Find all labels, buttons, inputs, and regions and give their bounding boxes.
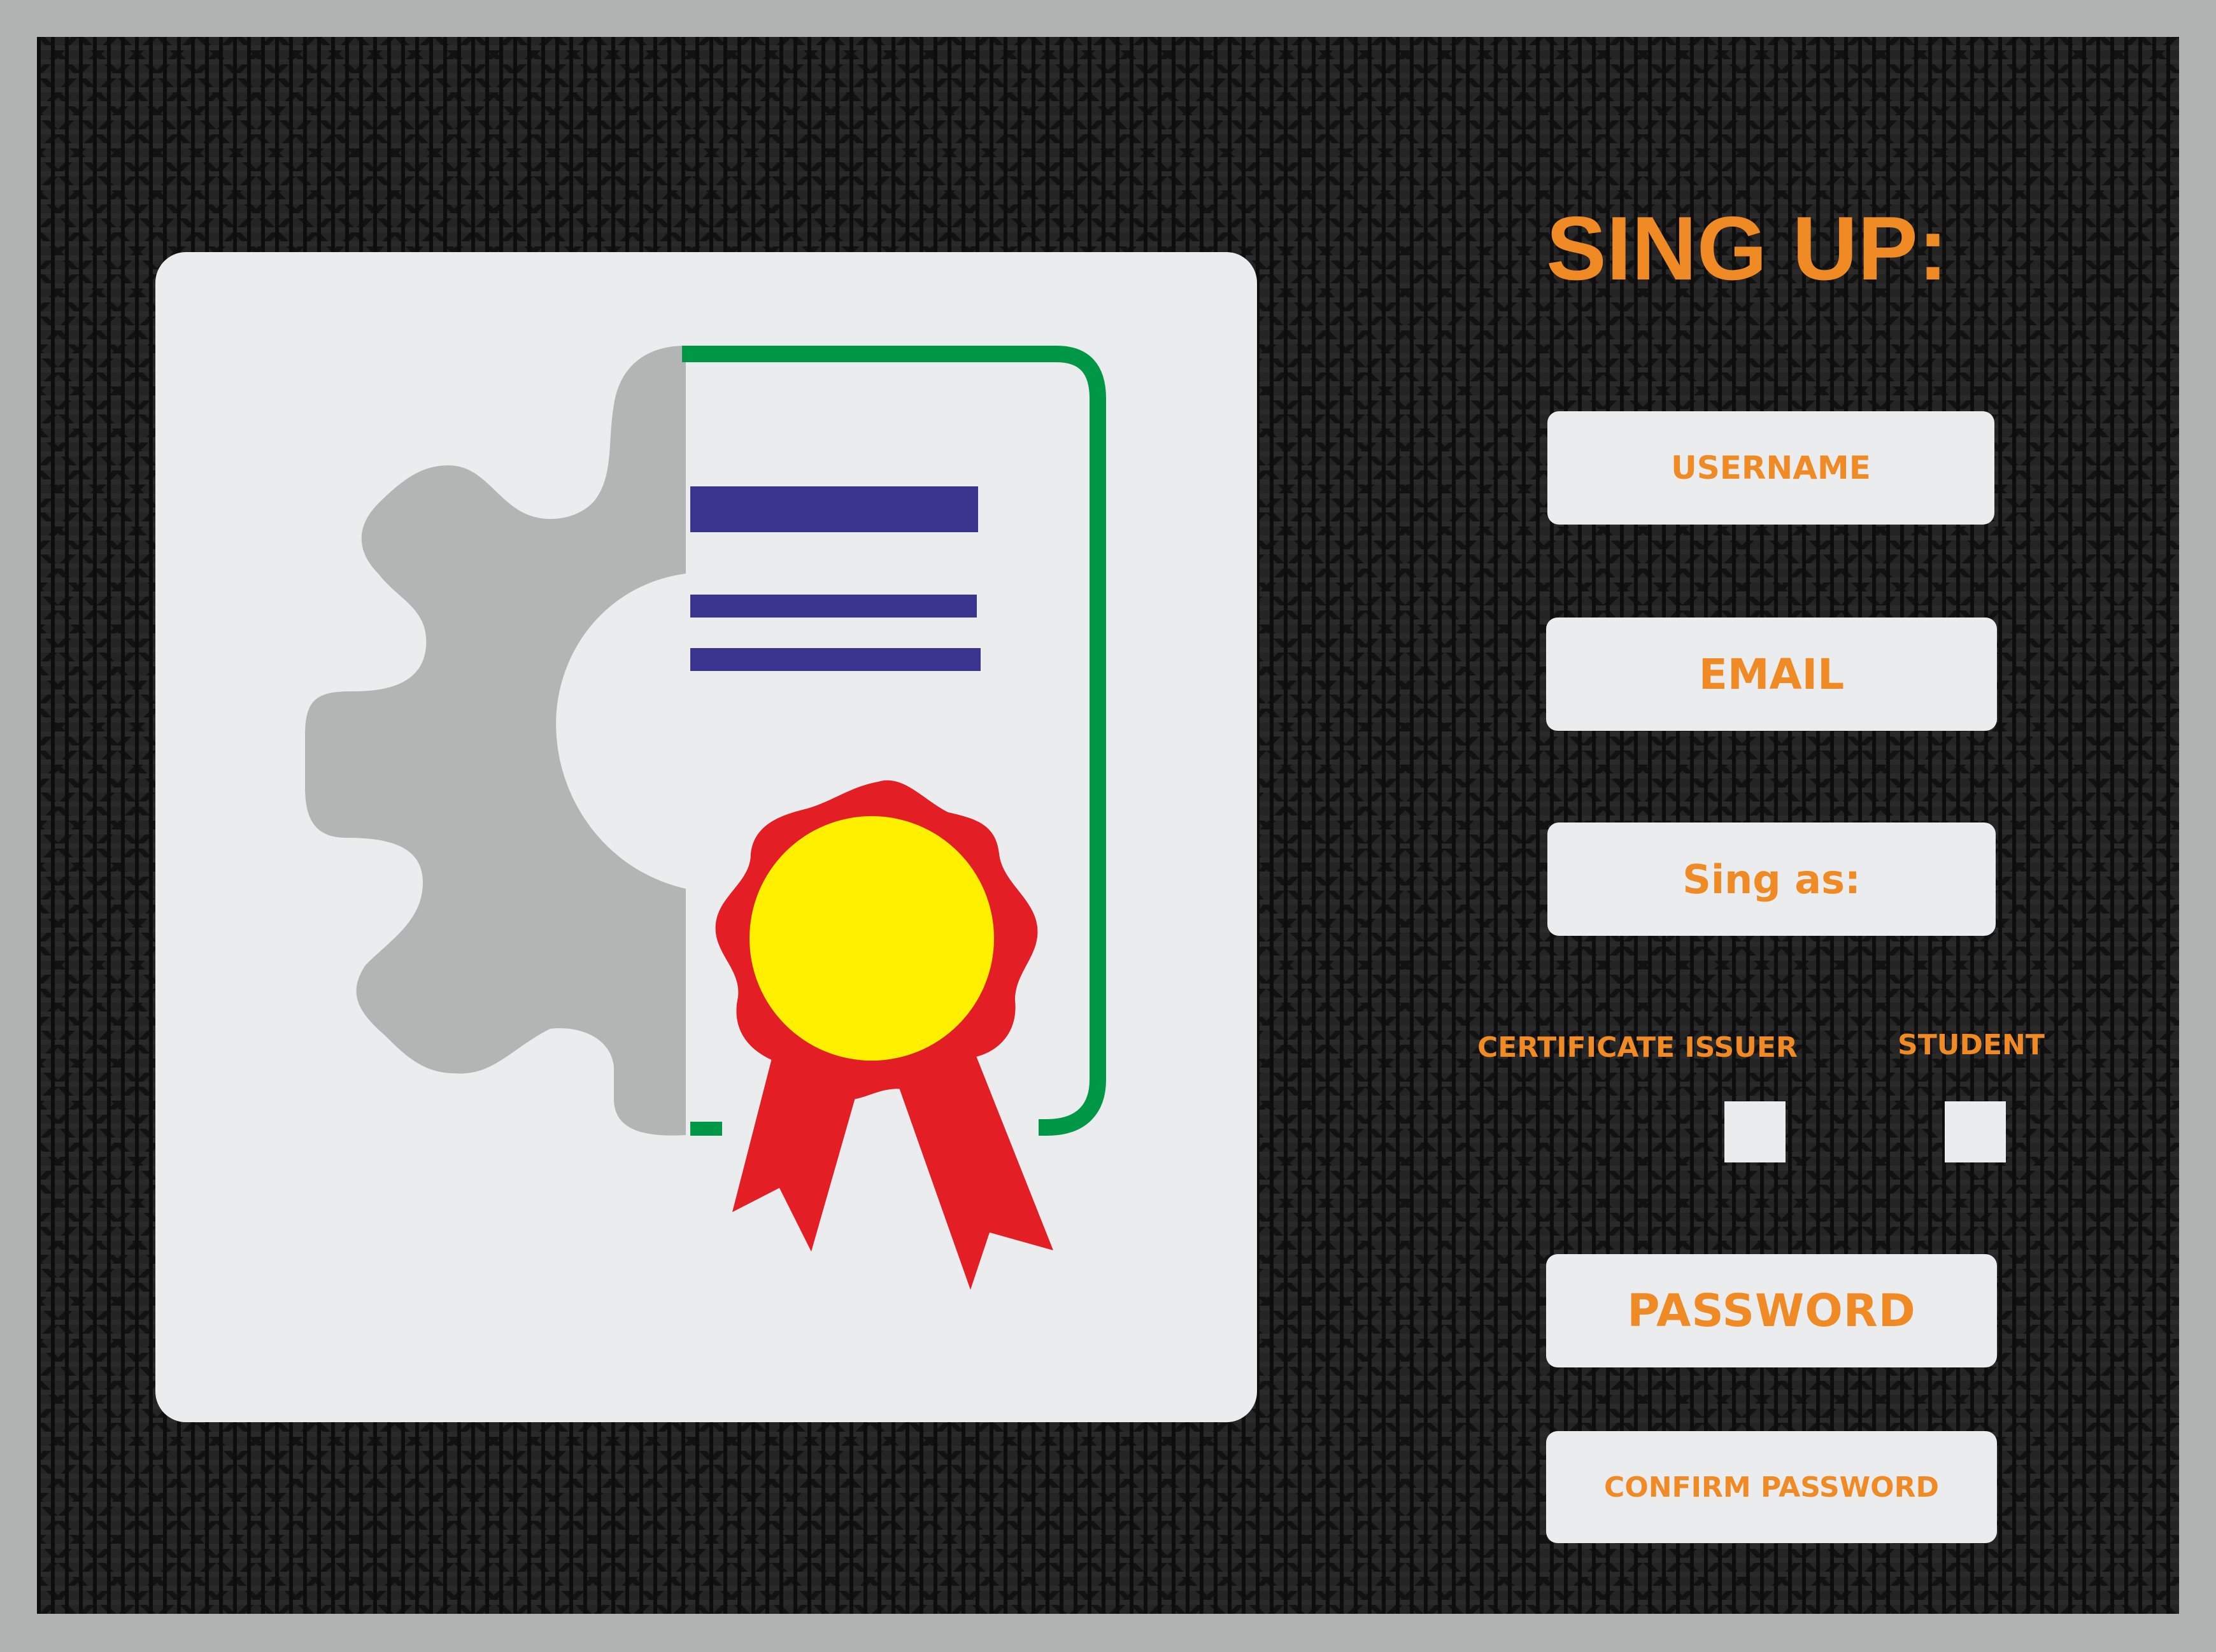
document-text-line xyxy=(690,486,978,532)
medal-icon xyxy=(749,816,994,1061)
certificate-issuer-checkbox[interactable] xyxy=(1724,1101,1786,1162)
certificate-with-gear-icon xyxy=(305,346,1106,1290)
document-text-line xyxy=(690,648,981,671)
device-frame: SING UP: USERNAME EMAIL Sing as: CERTIFI… xyxy=(0,0,2216,1652)
document-text-line xyxy=(690,595,977,618)
sign-as-field[interactable]: Sing as: xyxy=(1547,822,1996,936)
password-field[interactable]: PASSWORD xyxy=(1546,1254,1997,1367)
student-label: STUDENT xyxy=(1898,1029,2045,1061)
illustration-card xyxy=(155,252,1257,1422)
award-ribbon-icon xyxy=(715,780,1053,1290)
gear-icon xyxy=(305,346,686,1136)
username-field[interactable]: USERNAME xyxy=(1547,411,1994,525)
confirm-password-field[interactable]: CONFIRM PASSWORD xyxy=(1546,1431,1997,1543)
email-field[interactable]: EMAIL xyxy=(1546,618,1997,731)
student-checkbox[interactable] xyxy=(1945,1101,2006,1162)
certificate-issuer-label: CERTIFICATE ISSUER xyxy=(1477,1031,1798,1064)
page-title: SING UP: xyxy=(1546,198,1949,299)
signup-screen: SING UP: USERNAME EMAIL Sing as: CERTIFI… xyxy=(37,37,2179,1614)
